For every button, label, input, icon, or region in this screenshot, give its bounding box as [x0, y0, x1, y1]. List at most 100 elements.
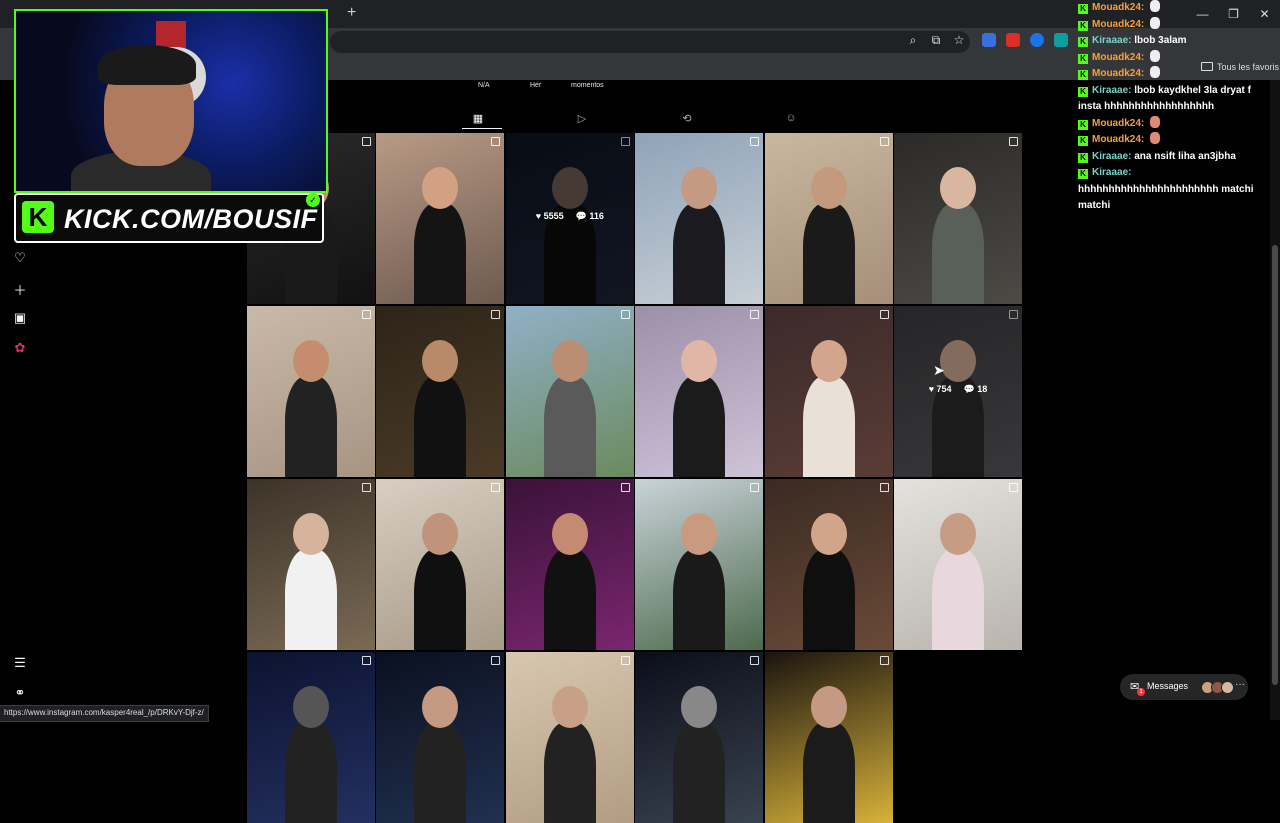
- post-thumbnail[interactable]: [505, 652, 634, 823]
- post-thumbnail[interactable]: [247, 479, 375, 650]
- reposts-icon[interactable]: ⟲: [679, 112, 695, 128]
- new-tab-button[interactable]: +: [347, 4, 356, 22]
- extension-icon[interactable]: [982, 33, 996, 47]
- comments-count: 💬 18: [963, 384, 988, 394]
- post-subject: [673, 376, 726, 477]
- post-subject: [932, 203, 984, 304]
- post-thumbnail[interactable]: [635, 306, 764, 477]
- chat-message: K Kiraaae: hhhhhhhhhhhhhhhhhhhhhhh matchi…: [1078, 165, 1268, 215]
- kick-badge-icon: K: [1078, 169, 1088, 179]
- post-subject: [543, 376, 596, 477]
- carousel-icon: [1009, 137, 1018, 146]
- post-subject: [802, 722, 855, 823]
- post-thumbnail[interactable]: [376, 652, 505, 823]
- chat-username: Kiraaae:: [1092, 84, 1135, 96]
- chat-message: K Kiraaae: lbob 3alam: [1078, 33, 1268, 50]
- chat-message: K Mouadk24:: [1078, 132, 1268, 149]
- active-tab-indicator: [462, 128, 502, 129]
- message-avatars: [1201, 681, 1234, 694]
- install-app-icon[interactable]: ⧉: [929, 33, 943, 48]
- posts-grid-icon[interactable]: ▦: [470, 112, 486, 128]
- tagged-icon[interactable]: ☺: [783, 112, 799, 128]
- post-thumbnail[interactable]: [247, 306, 375, 477]
- carousel-icon: [491, 656, 501, 665]
- create-plus-icon[interactable]: ＋: [11, 280, 29, 299]
- dashboard-icon[interactable]: ▣: [11, 310, 29, 326]
- post-subject-head: [681, 513, 718, 555]
- highlight-label[interactable]: N/A: [478, 82, 490, 89]
- post-thumbnail[interactable]: [505, 306, 634, 477]
- chat-username: Mouadk24:: [1092, 117, 1148, 129]
- kick-badge-icon: K: [1078, 119, 1088, 130]
- chat-username: Kiraaae:: [1092, 167, 1132, 178]
- post-thumbnail[interactable]: [894, 133, 1022, 304]
- post-subject-head: [293, 513, 329, 555]
- carousel-icon: [362, 656, 371, 665]
- streamer-hair: [98, 45, 196, 85]
- chat-text: ana nsift liha an3jbha: [1134, 150, 1236, 162]
- chat-message: K Kiraaae: lbob kaydkhel 3la dryat f inst…: [1078, 83, 1268, 116]
- post-thumbnail[interactable]: [764, 133, 893, 304]
- post-subject: [414, 203, 467, 304]
- post-stats: ♥ 754 💬 18: [894, 384, 1022, 395]
- carousel-icon: [491, 137, 501, 146]
- page-scrollbar[interactable]: [1270, 80, 1280, 720]
- stream-chat-overlay: K Mouadk24: K Mouadk24: K Kiraaae: lbob 3al…: [1078, 0, 1268, 215]
- chat-text: hhhhhhhhhhhhhhhhhhhhhhh matchi matchi: [1078, 183, 1254, 212]
- post-thumbnail[interactable]: [894, 479, 1022, 650]
- post-subject: [414, 549, 467, 650]
- kick-badge-icon: K: [1078, 37, 1088, 47]
- more-menu-icon[interactable]: ☰: [11, 655, 29, 671]
- post-thumbnail[interactable]: [764, 306, 893, 477]
- carousel-icon: [750, 656, 760, 665]
- zoom-icon[interactable]: ⌕: [906, 33, 920, 48]
- messages-button[interactable]: ✉ 1 Messages ···: [1120, 674, 1248, 700]
- avatar: [1221, 681, 1234, 694]
- post-thumbnail[interactable]: [635, 479, 764, 650]
- highlight-label[interactable]: momentos: [571, 82, 604, 89]
- post-thumbnail[interactable]: ♥ 5555 💬 116: [505, 133, 634, 304]
- omnibox[interactable]: [330, 31, 970, 53]
- post-subject-head: [681, 340, 718, 382]
- emote-icon: [1150, 132, 1161, 144]
- notifications-heart-icon[interactable]: ♡: [11, 250, 29, 266]
- bookmark-star-icon[interactable]: ☆: [952, 33, 966, 48]
- extension-icon[interactable]: [1054, 33, 1068, 47]
- kick-badge-icon: K: [1078, 152, 1088, 163]
- scrollbar-thumb[interactable]: [1272, 245, 1278, 685]
- post-subject-head: [422, 513, 459, 555]
- post-thumbnail[interactable]: [764, 652, 893, 823]
- post-subject: [802, 203, 855, 304]
- post-thumbnail[interactable]: [376, 306, 505, 477]
- highlight-label[interactable]: Her: [530, 82, 541, 89]
- meta-apps-icon[interactable]: ⚭: [11, 685, 29, 701]
- carousel-icon: [491, 310, 501, 319]
- post-subject: [285, 376, 337, 477]
- extension-icon[interactable]: [1006, 33, 1020, 47]
- post-subject-head: [681, 167, 718, 209]
- post-subject: [673, 203, 726, 304]
- post-thumbnail[interactable]: [764, 479, 893, 650]
- carousel-icon: [362, 137, 371, 146]
- chat-message: K Mouadk24:: [1078, 66, 1268, 83]
- chat-username: Mouadk24:: [1092, 68, 1148, 79]
- carousel-icon: [750, 137, 760, 146]
- post-thumbnail[interactable]: [376, 479, 505, 650]
- carousel-icon: [750, 310, 760, 319]
- post-thumbnail[interactable]: [635, 652, 764, 823]
- post-thumbnail[interactable]: ♥ 754 💬 18: [894, 306, 1022, 477]
- chat-username: Mouadk24:: [1092, 18, 1148, 30]
- post-thumbnail[interactable]: [505, 479, 634, 650]
- extension-icon[interactable]: [1030, 33, 1044, 47]
- threads-icon[interactable]: ✿: [11, 340, 29, 356]
- reels-icon[interactable]: ▷: [574, 112, 590, 128]
- chat-message: K Mouadk24:: [1078, 49, 1268, 67]
- post-thumbnail[interactable]: [247, 652, 375, 823]
- post-subject: [414, 376, 467, 477]
- post-thumbnail[interactable]: [635, 133, 764, 304]
- emote-icon: [1150, 115, 1161, 128]
- chat-text: lbob 3alam: [1134, 35, 1187, 46]
- kick-badge-icon: K: [1078, 136, 1088, 146]
- post-thumbnail[interactable]: [376, 133, 505, 304]
- comments-count: 💬 116: [575, 211, 604, 221]
